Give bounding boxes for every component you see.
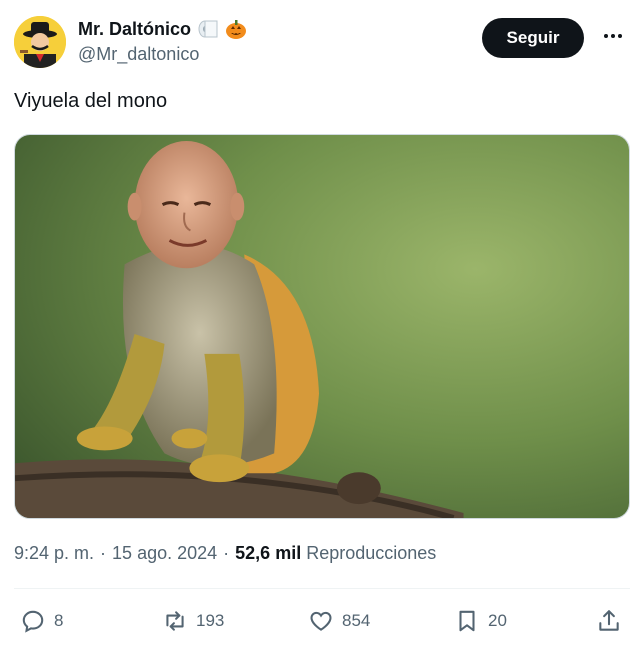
tweet-time[interactable]: 9:24 p. m. (14, 543, 94, 564)
divider (14, 588, 630, 589)
views-count[interactable]: 52,6 mil (235, 543, 301, 564)
views-label[interactable]: Reproducciones (306, 543, 436, 564)
reply-button[interactable]: 8 (20, 604, 63, 638)
retweet-icon (162, 608, 188, 634)
share-icon (596, 608, 622, 634)
share-button[interactable] (596, 604, 622, 638)
tweet-header: Mr. Daltónico @Mr_daltonico Seguir (14, 14, 630, 70)
heart-icon (308, 608, 334, 634)
reply-count: 8 (54, 611, 64, 630)
meta-separator: · (223, 543, 230, 563)
tweet-text: Viyuela del mono (14, 90, 168, 112)
bookmark-count: 20 (488, 611, 507, 630)
like-count: 854 (342, 611, 371, 630)
tweet-date[interactable]: 15 ago. 2024 (112, 543, 217, 564)
tweet-image[interactable] (14, 134, 630, 519)
reply-icon (20, 608, 46, 634)
retweet-count: 193 (196, 611, 225, 630)
like-button[interactable]: 854 (308, 604, 370, 638)
author-display-name[interactable]: Mr. Daltónico (78, 19, 191, 40)
more-horizontal-icon (602, 25, 624, 52)
tweet-meta: 9:24 p. m. · 15 ago. 2024 · 52,6 mil Rep… (14, 543, 436, 564)
bookmark-button[interactable]: 20 (454, 604, 507, 638)
retweet-button[interactable]: 193 (162, 604, 224, 638)
jack-o-lantern-icon (225, 18, 247, 40)
author-names: Mr. Daltónico @Mr_daltonico (78, 18, 247, 65)
tweet-actions: 8 193 854 20 (14, 604, 630, 638)
author-handle[interactable]: @Mr_daltonico (78, 44, 247, 65)
toilet-paper-icon (197, 18, 219, 40)
more-options-button[interactable] (596, 18, 630, 58)
follow-button[interactable]: Seguir (482, 18, 584, 58)
author-avatar[interactable] (14, 16, 66, 68)
bookmark-icon (454, 608, 480, 634)
meta-separator: · (100, 543, 107, 563)
